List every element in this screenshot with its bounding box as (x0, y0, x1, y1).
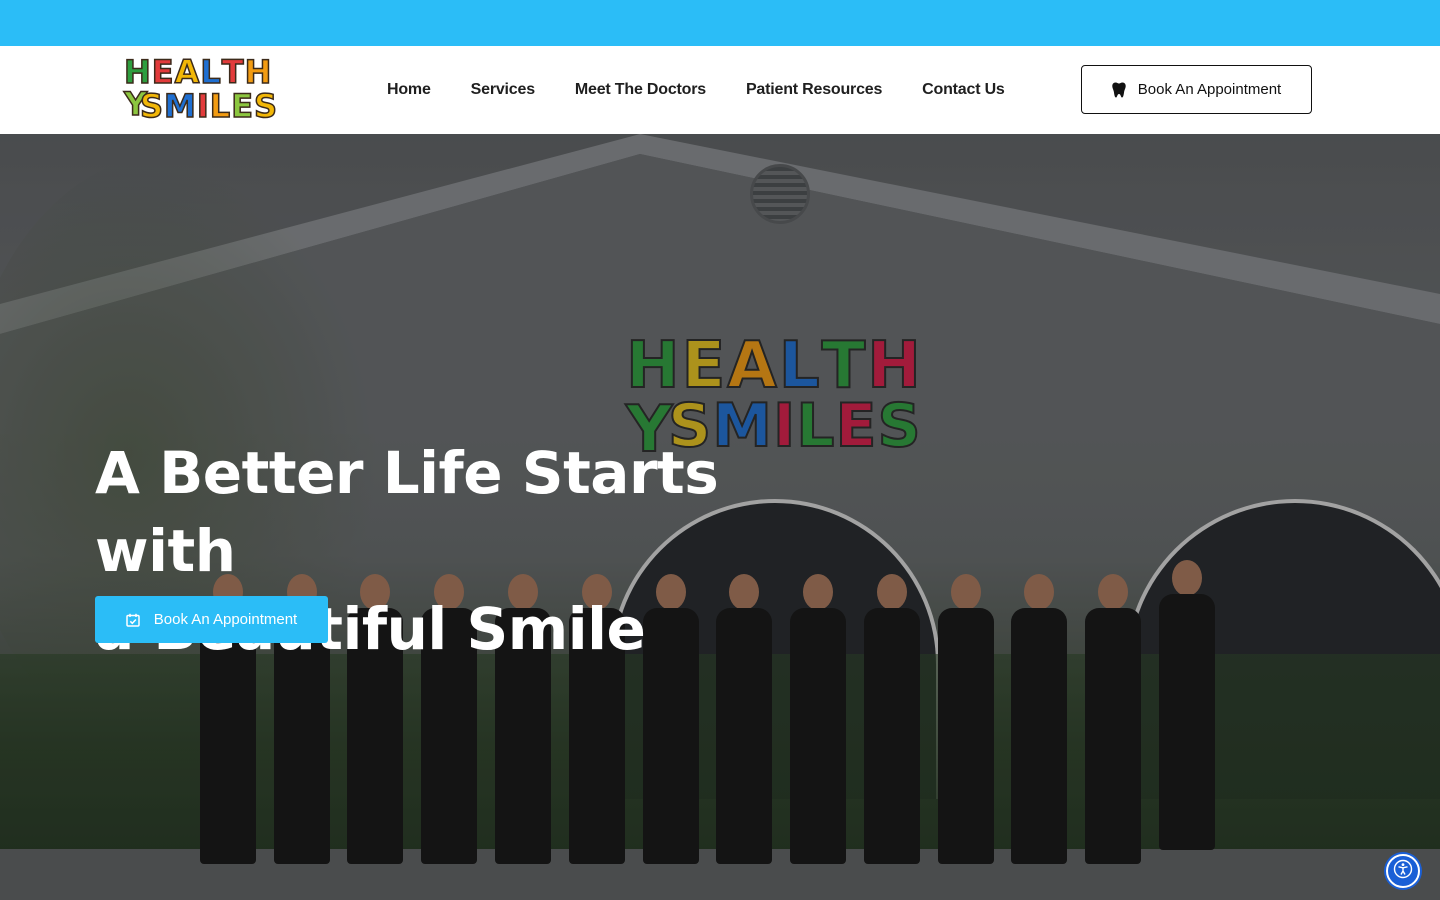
hero-section: HEALTHY SMILES A Better Life Starts with… (0, 134, 1440, 900)
logo-letter: T (221, 53, 245, 91)
site-header: HEALTHY SMILES Home Services Meet The Do… (0, 46, 1440, 134)
nav-services[interactable]: Services (471, 81, 535, 99)
hero-book-appointment-label: Book An Appointment (153, 611, 298, 628)
healthy-smiles-logo[interactable]: HEALTHY SMILES (122, 54, 287, 128)
logo-letter: S (139, 87, 165, 125)
logo-letter: L (209, 87, 232, 125)
logo-letter: A (174, 53, 201, 91)
logo-letter: M (163, 87, 197, 125)
accessibility-icon (1393, 859, 1413, 884)
logo-line-2: SMILES (139, 87, 279, 125)
main-nav: Home Services Meet The Doctors Patient R… (387, 46, 1045, 134)
nav-meet-the-doctors[interactable]: Meet The Doctors (575, 81, 706, 99)
top-accent-bar (0, 0, 1440, 46)
logo-letter: S (253, 87, 279, 125)
header-book-appointment-button[interactable]: Book An Appointment (1081, 65, 1312, 114)
header-book-appointment-label: Book An Appointment (1137, 81, 1282, 98)
accessibility-button[interactable] (1386, 854, 1420, 888)
nav-home[interactable]: Home (387, 81, 431, 99)
hero-book-appointment-button[interactable]: Book An Appointment (95, 596, 328, 643)
hero-title-line-1: A Better Life Starts with (95, 439, 719, 585)
logo-letter: E (151, 53, 175, 91)
tooth-icon (1112, 82, 1126, 98)
logo-letter: H (123, 53, 152, 91)
logo-letter: I (196, 87, 210, 125)
nav-patient-resources[interactable]: Patient Resources (746, 81, 882, 99)
nav-contact-us[interactable]: Contact Us (922, 81, 1005, 99)
logo-letter: L (200, 53, 222, 91)
logo-letter: H (244, 53, 273, 91)
logo-letter: E (230, 87, 255, 125)
calendar-check-icon (126, 613, 140, 627)
